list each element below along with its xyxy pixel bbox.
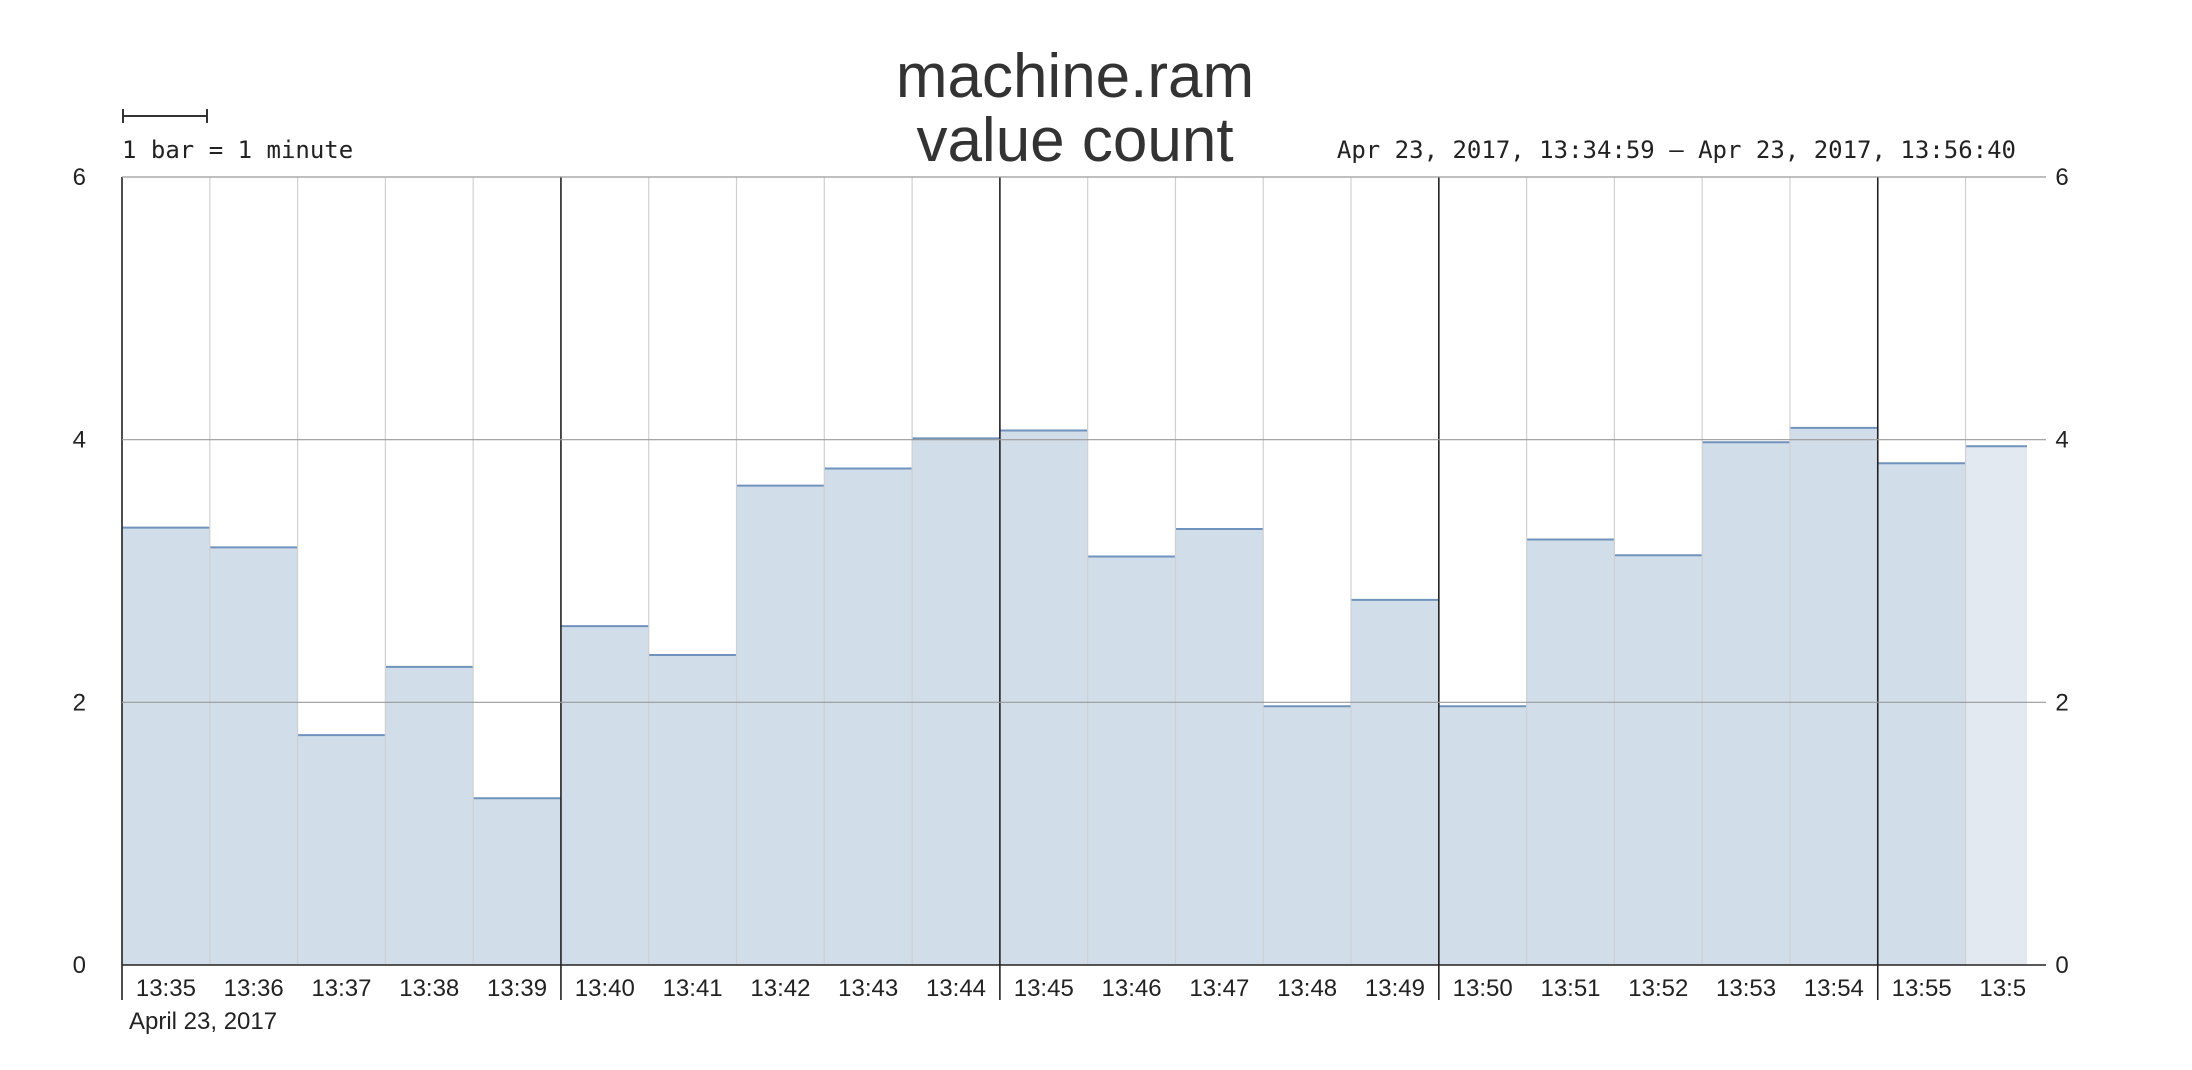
bar <box>1087 556 1176 965</box>
x-tick-label: 13:43 <box>838 975 898 1002</box>
y-tick-label-right: 2 <box>2055 689 2068 716</box>
x-tick-label: 13:50 <box>1453 975 1513 1002</box>
bar <box>385 666 474 965</box>
x-tick-label: 13:56 <box>1979 975 2039 1002</box>
bar <box>912 438 1000 965</box>
x-tick-label: 13:45 <box>1014 975 1074 1002</box>
bar <box>824 468 913 965</box>
bar <box>1789 427 1878 965</box>
x-tick-label: 13:53 <box>1716 975 1776 1002</box>
bar <box>1438 706 1527 965</box>
bar <box>1351 599 1439 965</box>
bar <box>648 655 737 965</box>
y-tick-label-left: 2 <box>73 689 86 716</box>
x-tick-label: 13:46 <box>1102 975 1162 1002</box>
bar <box>1965 446 2027 965</box>
bar-chart: 0 0 2 2 4 4 6 6 13:35 13:36 13:37 13:38 13:39 13:40 13… <box>73 164 2069 1035</box>
bar <box>1263 706 1352 965</box>
y-tick-label-right: 0 <box>2055 952 2068 979</box>
x-tick-label: 13:44 <box>926 975 986 1002</box>
x-tick-label: 13:48 <box>1277 975 1337 1002</box>
x-tick-label: 13:41 <box>663 975 723 1002</box>
x-tick-label: 13:38 <box>399 975 459 1002</box>
bar <box>1702 442 1790 965</box>
x-tick-label: 13:54 <box>1804 975 1864 1002</box>
bar <box>1526 539 1615 965</box>
x-tick-label: 13:40 <box>575 975 635 1002</box>
x-tick-label: 13:51 <box>1540 975 1600 1002</box>
x-tick-label: 13:49 <box>1365 975 1425 1002</box>
x-tick-label: 13:36 <box>224 975 284 1002</box>
bar <box>1614 555 1703 965</box>
y-tick-label-left: 6 <box>73 164 86 191</box>
bar <box>736 485 825 965</box>
x-tick-label: 13:35 <box>136 975 196 1002</box>
x-tick-label: 13:55 <box>1892 975 1952 1002</box>
x-tick-label: 13:37 <box>311 975 371 1002</box>
bar <box>122 527 210 965</box>
bar <box>560 626 649 965</box>
x-tick-label: 13:42 <box>750 975 810 1002</box>
y-tick-label-right: 6 <box>2055 164 2068 191</box>
y-tick-label-right: 4 <box>2055 427 2068 454</box>
bar <box>999 430 1088 965</box>
x-tick-label: 13:52 <box>1628 975 1688 1002</box>
bar <box>1877 463 1966 965</box>
y-tick-label-left: 4 <box>73 427 86 454</box>
bar <box>1175 528 1264 965</box>
bar <box>297 735 386 965</box>
y-tick-label-left: 0 <box>73 952 86 979</box>
x-tick-label: 13:39 <box>487 975 547 1002</box>
bar <box>473 798 561 965</box>
bar <box>209 547 298 965</box>
x-tick-label: 13:47 <box>1189 975 1249 1002</box>
x-axis-date-label: April 23, 2017 <box>129 1008 277 1035</box>
chart-root: machine.ram value count 1 bar = 1 minute… <box>0 0 2192 1070</box>
